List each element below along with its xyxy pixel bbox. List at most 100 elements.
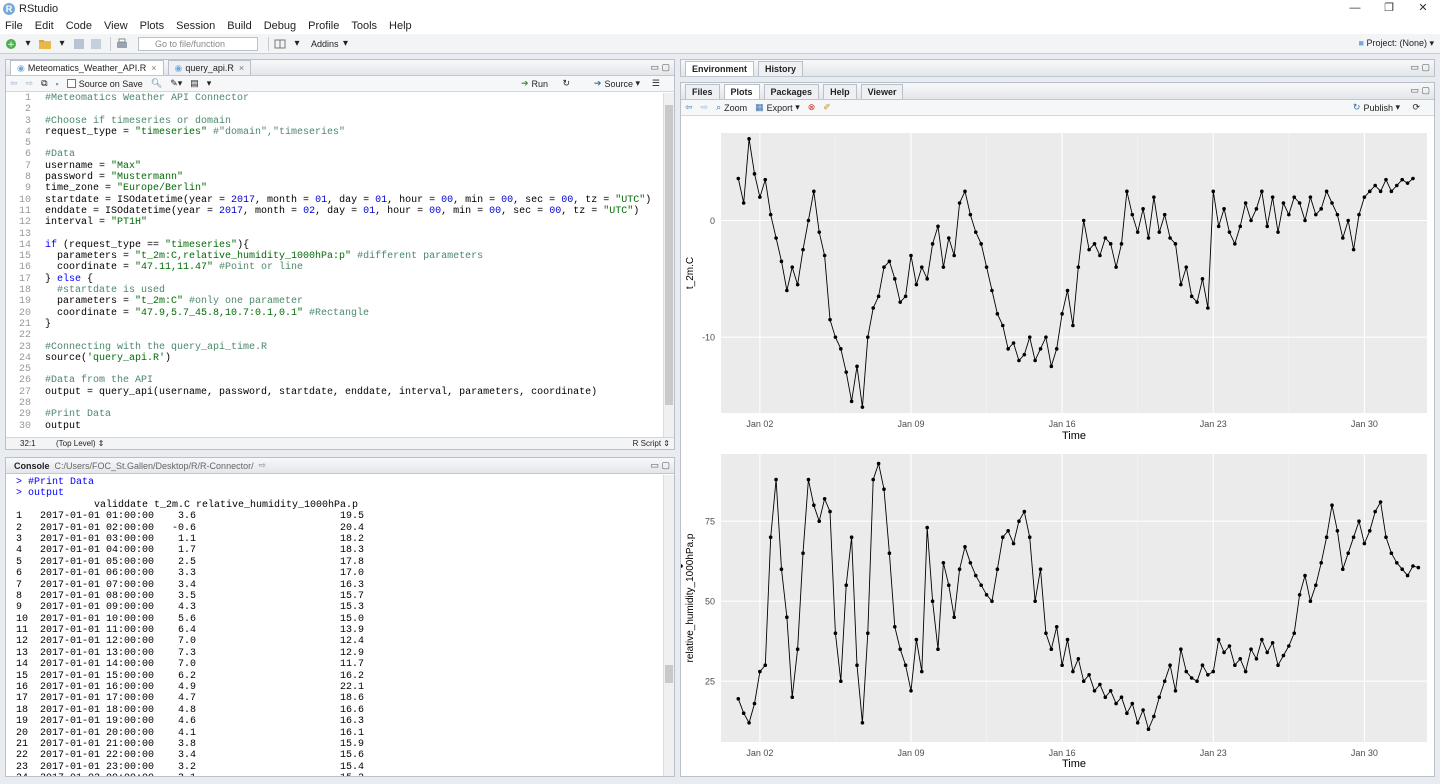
data-point [1394, 561, 1399, 565]
menu-plots[interactable]: Plots [140, 20, 164, 32]
scrollbar-thumb[interactable] [665, 105, 673, 405]
chevron-down-icon[interactable]: ▾ [21, 37, 35, 51]
back-arrow-icon[interactable]: ⇦ [10, 78, 18, 89]
minimize-button[interactable]: — [1338, 0, 1372, 17]
code-line: 26 #Data from the API [6, 375, 663, 386]
fold-gutter [39, 398, 45, 409]
addins-menu[interactable]: Addins [311, 39, 339, 49]
scope-selector[interactable]: (Top Level) ⇕ [56, 439, 105, 448]
pane-layout-icon[interactable] [273, 37, 287, 51]
print-icon[interactable] [115, 37, 129, 51]
close-tab-icon[interactable]: × [151, 61, 156, 75]
search-icon[interactable]: 🔍︎ [151, 78, 162, 89]
console-output-line: 4 2017-01-01 04:00:00 1.7 18.3 [16, 545, 365, 557]
line-number: 27 [18, 386, 31, 398]
close-button[interactable]: ✕ [1406, 0, 1440, 17]
zoom-button[interactable]: ⌕ Zoom [716, 102, 747, 113]
close-tab-icon[interactable]: × [239, 61, 244, 75]
previous-plot-icon[interactable]: ⇦ [685, 102, 693, 113]
menu-code[interactable]: Code [66, 20, 92, 32]
tab-query-api[interactable]: ◉ query_api.R × [167, 60, 252, 75]
code-line: 20 coordinate = "47.9,5.7_45.8,10.7:0.1,… [6, 308, 663, 319]
project-label: Project: (None) [1366, 38, 1427, 48]
rerun-icon[interactable]: ↻ [562, 78, 570, 89]
data-point [1297, 201, 1302, 205]
forward-arrow-icon[interactable]: ⇨ [26, 78, 34, 89]
data-point [984, 265, 989, 269]
data-point [1400, 567, 1404, 571]
compile-report-icon[interactable]: ▤ [190, 78, 199, 89]
data-point [925, 525, 929, 530]
x-axis-title: Time [1062, 430, 1086, 442]
chevron-down-icon[interactable]: ▾ [207, 78, 212, 89]
project-menu[interactable]: ■ Project: (None) ▾ [1359, 38, 1435, 49]
menu-view[interactable]: View [104, 20, 128, 32]
menu-profile[interactable]: Profile [308, 20, 339, 32]
go-to-directory-icon[interactable]: ⇨ [259, 460, 267, 471]
pane-window-controls[interactable]: ▭ ▢ [1410, 62, 1430, 73]
chevron-down-icon[interactable]: ▾ [290, 37, 304, 51]
menu-debug[interactable]: Debug [264, 20, 296, 32]
code-editor[interactable]: 1 #Meteomatics Weather API Connector 2 3 #Ch… [6, 93, 663, 437]
open-folder-icon[interactable] [38, 37, 52, 51]
pane-window-controls[interactable]: ▭ ▢ [650, 460, 670, 471]
save-icon[interactable]: ▪ [56, 79, 59, 89]
toolbar-divider [268, 36, 269, 51]
goto-file-input[interactable]: Go to file/function [138, 36, 258, 51]
menu-tools[interactable]: Tools [351, 20, 377, 32]
run-button[interactable]: ➔ Run [521, 78, 548, 89]
r-file-icon: ◉ [174, 63, 183, 73]
console-scrollbar[interactable] [663, 475, 674, 776]
new-file-icon[interactable]: + [4, 37, 18, 51]
data-point [1206, 306, 1210, 310]
publish-button[interactable]: ↻ Publish ▾ [1353, 102, 1400, 113]
data-point [747, 721, 751, 725]
data-point [1308, 195, 1313, 199]
source-button[interactable]: ➔ Source ▾ [594, 78, 640, 89]
menu-edit[interactable]: Edit [35, 20, 54, 32]
menu-file[interactable]: File [5, 20, 23, 32]
chevron-down-icon[interactable]: ▾ [339, 37, 353, 51]
refresh-icon[interactable]: ⟳ [1412, 102, 1420, 113]
menu-session[interactable]: Session [176, 20, 215, 32]
show-in-window-icon[interactable]: ⧉ [41, 78, 47, 89]
line-number: 14 [18, 239, 31, 251]
tab-packages[interactable]: Packages [763, 84, 820, 99]
remove-plot-icon[interactable]: ⊗ [808, 102, 816, 113]
clear-plots-broom-icon[interactable]: ✐ [823, 102, 831, 113]
maximize-button[interactable]: ❐ [1372, 0, 1406, 17]
data-point [860, 721, 865, 725]
data-point [1130, 212, 1135, 217]
tab-meteomatics-weather-api[interactable]: ◉ Meteomatics_Weather_API.R × [10, 60, 164, 75]
pane-window-controls[interactable]: ▭ ▢ [650, 62, 670, 73]
pane-window-controls[interactable]: ▭ ▢ [1410, 85, 1430, 96]
chevron-down-icon[interactable]: ▾ [55, 37, 69, 51]
console-output-line: 17 2017-01-01 17:00:00 4.7 18.6 [16, 693, 365, 705]
console-output-line: validdate t_2m.C relative_humidity_1000h… [16, 499, 359, 511]
tab-history[interactable]: History [758, 61, 804, 76]
code-tools-wand-icon[interactable]: ✎▾ [170, 78, 182, 89]
tab-help[interactable]: Help [823, 84, 857, 99]
tab-files[interactable]: Files [685, 84, 720, 99]
tab-environment[interactable]: Environment [685, 61, 755, 76]
fold-gutter [39, 364, 45, 375]
console-output[interactable]: > #Print Data > output validdate t_2m.C r… [6, 475, 663, 776]
document-outline-icon[interactable]: ☰ [652, 78, 660, 89]
scrollbar-thumb[interactable] [665, 665, 673, 683]
tab-viewer[interactable]: Viewer [860, 84, 904, 99]
menu-build[interactable]: Build [227, 20, 251, 32]
source-on-save-checkbox[interactable]: Source on Save [66, 79, 143, 89]
export-button[interactable]: ▦ Export ▾ [755, 102, 800, 113]
data-point [968, 561, 973, 565]
editor-scrollbar[interactable] [663, 93, 674, 437]
save-all-icon[interactable] [89, 37, 103, 51]
tab-plots[interactable]: Plots [723, 84, 760, 99]
save-icon[interactable] [72, 37, 86, 51]
plots-tabbar: Files Plots Packages Help Viewer ▭ ▢ [681, 83, 1434, 100]
next-plot-icon[interactable]: ⇨ [701, 102, 709, 113]
x-tick-label: Jan 30 [1351, 419, 1378, 429]
menu-help[interactable]: Help [389, 20, 412, 32]
file-type-selector[interactable]: R Script ⇕ [633, 439, 670, 448]
data-point [833, 335, 838, 339]
console-output-line: 24 2017-01-02 00:00:00 3.1 15.2 [16, 773, 663, 776]
